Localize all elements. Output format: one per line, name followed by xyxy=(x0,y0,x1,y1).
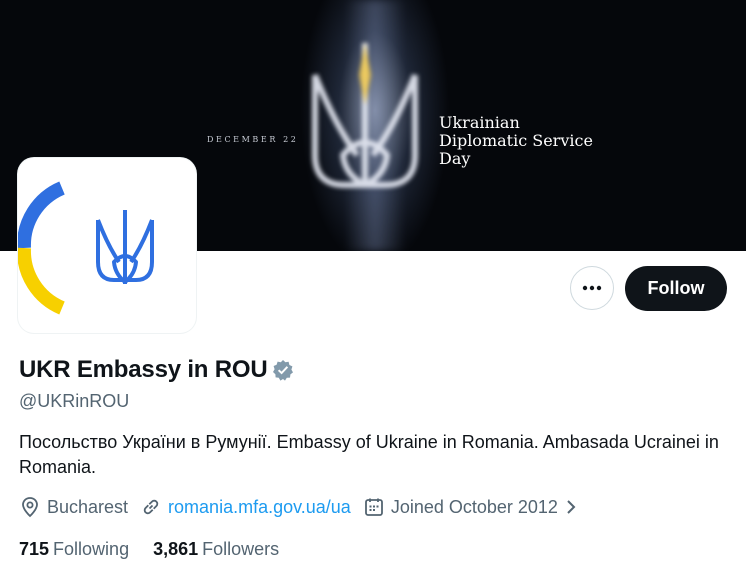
profile-name-row: UKR Embassy in ROU xyxy=(19,356,294,384)
profile-avatar[interactable] xyxy=(18,158,196,333)
verified-badge-icon[interactable] xyxy=(272,359,294,381)
following-stat[interactable]: 715 Following xyxy=(19,539,129,560)
profile-bio: Посольство України в Румунії. Embassy of… xyxy=(19,432,719,477)
followers-count: 3,861 xyxy=(153,539,199,559)
profile-handle: @UKRinROU xyxy=(19,391,130,411)
follow-button[interactable]: Follow xyxy=(625,266,727,311)
more-options-button[interactable] xyxy=(570,266,614,310)
location-item: Bucharest xyxy=(19,496,128,518)
more-horizontal-icon xyxy=(582,285,602,291)
following-count: 715 xyxy=(19,539,50,559)
location-text: Bucharest xyxy=(47,496,129,517)
website-item[interactable]: romania.mfa.gov.ua/ua xyxy=(140,496,351,518)
following-label: Following xyxy=(53,539,130,559)
chevron-right-icon xyxy=(567,500,576,514)
followers-label: Followers xyxy=(202,539,280,559)
embassy-logo-icon xyxy=(18,181,154,315)
joined-item[interactable]: Joined October 2012 xyxy=(363,496,578,518)
followers-stat[interactable]: 3,861 Followers xyxy=(153,539,279,560)
banner-trident-icon xyxy=(312,43,418,188)
link-icon xyxy=(143,499,159,515)
website-link[interactable]: romania.mfa.gov.ua/ua xyxy=(168,497,351,518)
location-pin-icon xyxy=(22,497,38,518)
joined-text: Joined October 2012 xyxy=(390,496,558,517)
profile-meta: Bucharest romania.mfa.gov.ua/ua Joined O… xyxy=(19,496,590,518)
display-name: UKR Embassy in ROU xyxy=(19,356,268,383)
banner-title-text: Ukrainian Diplomatic Service Day xyxy=(439,113,593,168)
calendar-icon xyxy=(364,498,383,516)
banner-date-text: DECEMBER 22 xyxy=(207,135,299,144)
profile-stats: 715 Following 3,861 Followers xyxy=(19,539,303,560)
